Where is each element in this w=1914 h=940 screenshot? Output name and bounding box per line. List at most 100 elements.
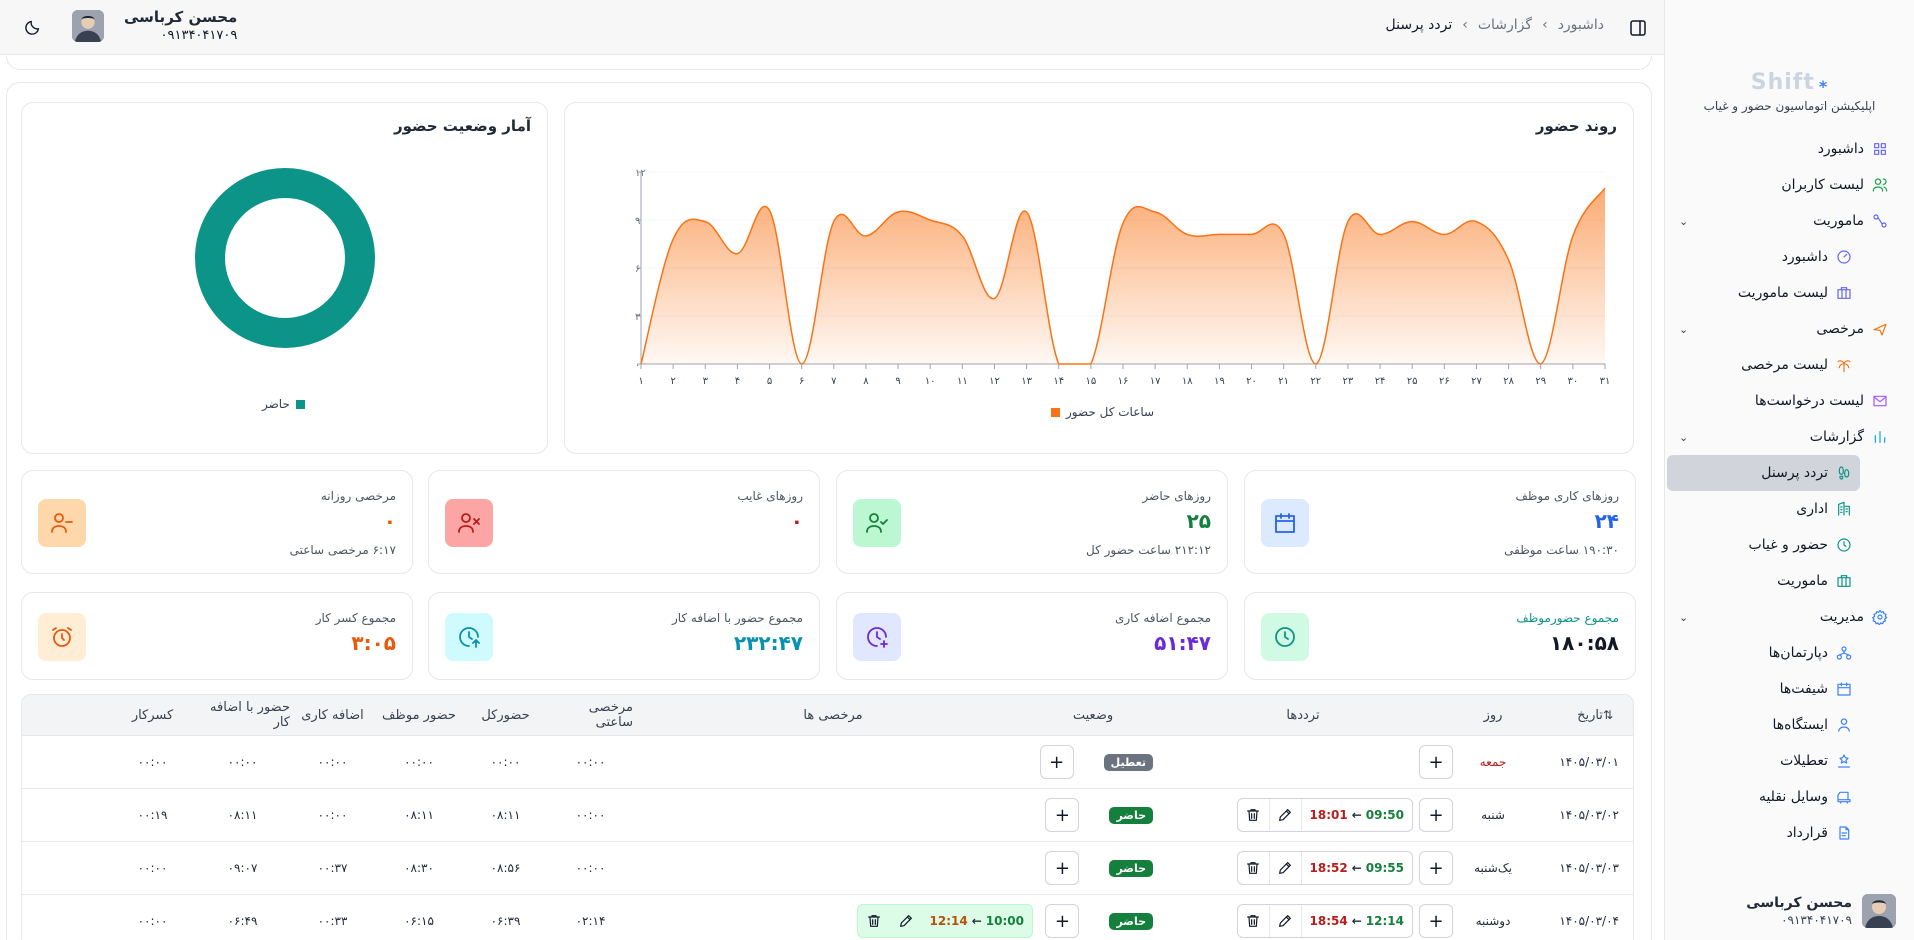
pencil-icon[interactable]	[1270, 852, 1302, 884]
entry-chip: 18:54 ← 12:14	[1236, 904, 1413, 938]
add-leave-button[interactable]: +	[1045, 904, 1080, 938]
building-icon	[1836, 501, 1852, 517]
sidebar-item-sub-5-1[interactable]: اداری	[1673, 491, 1858, 527]
sidebar-toggle-icon[interactable]	[1628, 18, 1648, 38]
x-tick-label: ۸	[863, 376, 869, 387]
add-entry-button[interactable]: +	[1419, 798, 1453, 832]
y-tick-label: ۰	[635, 360, 640, 371]
add-leave-button[interactable]: +	[1045, 851, 1080, 885]
chevron-left-icon: ›	[1462, 17, 1468, 33]
sidebar-item-4[interactable]: لیست درخواست‌ها	[1673, 383, 1894, 419]
chevron-left-icon: ›	[1542, 17, 1548, 33]
sidebar-user[interactable]: محسن کرباسی ۰۹۱۳۴۰۴۱۷۰۹	[1683, 894, 1896, 928]
pencil-icon[interactable]	[1270, 799, 1302, 831]
sort-icon[interactable]: ⇅	[1603, 708, 1613, 722]
trash-icon[interactable]	[1238, 852, 1270, 884]
breadcrumb-reports[interactable]: گزارشات	[1478, 17, 1532, 33]
pencil-icon[interactable]	[890, 905, 922, 937]
breadcrumb-dashboard[interactable]: داشبورد	[1558, 17, 1604, 33]
sidebar-item-label: داشبورد	[1781, 249, 1828, 265]
sidebar-item-sub-6-4[interactable]: وسایل نقلیه	[1673, 779, 1858, 815]
trash-icon[interactable]	[1238, 905, 1270, 937]
sidebar-item-sub-6-5[interactable]: قرارداد	[1673, 815, 1858, 851]
sidebar-item-sub-3-0[interactable]: لیست مرخصی	[1673, 347, 1858, 383]
cell-hourly-leave: ۰۰:۰۰	[575, 755, 606, 769]
sidebar-item-5[interactable]: گزارشات ⌄	[1673, 419, 1894, 455]
col-status: وضعیت	[1072, 707, 1114, 723]
cell-required: ۰۰:۰۰	[404, 755, 434, 769]
cell-with-overtime: ۰۹:۰۷	[227, 861, 258, 875]
x-tick-label: ۲۰	[1246, 376, 1257, 387]
entry-out-time: 18:54	[1309, 914, 1348, 928]
entry-chip: 18:52 ← 09:55	[1236, 851, 1413, 885]
sidebar-item-sub-5-3[interactable]: ماموریت	[1673, 563, 1858, 599]
sidebar-item-sub-6-2[interactable]: ایستگاه‌ها	[1673, 707, 1858, 743]
attendance-table: ⇅ تاریخ روز ترددها وضعیت مرخصی ها مرخصی س…	[21, 694, 1634, 940]
x-tick-label: ۱۳	[1021, 376, 1032, 387]
chevron-down-icon[interactable]: ⌄	[1679, 611, 1688, 624]
trash-icon[interactable]	[858, 905, 890, 937]
cell-hourly-leave: ۰۰:۰۰	[575, 808, 606, 822]
sidebar-item-0[interactable]: داشبورد	[1673, 131, 1894, 167]
sidebar-item-sub-2-0[interactable]: داشبورد	[1673, 239, 1858, 275]
col-date[interactable]: ⇅ تاریخ	[1533, 708, 1633, 723]
chevron-down-icon[interactable]: ⌄	[1679, 431, 1688, 444]
stat-value: ۵۱:۴۷	[1154, 631, 1211, 655]
cell-hourly-leave: ۰۰:۰۰	[575, 861, 606, 875]
sidebar-item-sub-6-1[interactable]: شیفت‌ها	[1673, 671, 1858, 707]
topbar: داشبورد › گزارشات › تردد پرسنل محسن کربا…	[0, 0, 1664, 55]
topbar-user[interactable]: محسن کرباسی ۰۹۱۳۴۰۴۱۷۰۹	[72, 8, 237, 43]
sidebar-user-name: محسن کرباسی	[1746, 895, 1852, 911]
stat-label: مجموع کسر کار	[315, 611, 396, 625]
sidebar-item-2[interactable]: ماموریت ⌄	[1673, 203, 1894, 239]
cell-day: شنبه	[1481, 808, 1505, 822]
cell-required: ۰۶:۱۵	[404, 914, 434, 928]
sidebar-item-sub-6-3[interactable]: تعطیلات	[1673, 743, 1858, 779]
sidebar-item-sub-2-1[interactable]: لیست ماموریت	[1673, 275, 1858, 311]
cell-total: ۰۸:۱۱	[490, 808, 521, 822]
col-leaves: مرخصی ها	[803, 707, 863, 723]
chevron-down-icon[interactable]: ⌄	[1679, 323, 1688, 336]
sidebar-item-sub-6-0[interactable]: دپارتمان‌ها	[1673, 635, 1858, 671]
add-entry-button[interactable]: +	[1419, 745, 1453, 779]
trash-icon[interactable]	[1238, 799, 1270, 831]
sidebar-item-sub-5-2[interactable]: حضور و غیاب	[1673, 527, 1858, 563]
cell-leaves: 12:14 ← 10:00	[633, 904, 1033, 938]
sidebar-item-6[interactable]: مدیریت ⌄	[1673, 599, 1894, 635]
donut-legend: حاضر	[262, 397, 305, 411]
add-leave-button[interactable]: +	[1045, 798, 1080, 832]
sidebar-item-sub-5-0[interactable]: تردد پرسنل	[1667, 455, 1860, 491]
chevron-down-icon[interactable]: ⌄	[1679, 215, 1688, 228]
plane-icon	[1872, 321, 1888, 337]
clock-icon	[1836, 537, 1852, 553]
sidebar-item-label: مدیریت	[1819, 609, 1864, 625]
table-row: ۱۴۰۵/۰۳/۰۱ جمعه + تعطیل +۰۰:۰۰ ۰۰:۰۰ ۰۰:۰۰ ۰۰:۰…	[22, 735, 1633, 788]
x-tick-label: ۱۹	[1214, 376, 1225, 387]
sidebar-item-label: ماموریت	[1777, 573, 1828, 589]
add-entry-button[interactable]: +	[1419, 851, 1453, 885]
stat-value: ۳:۰۵	[351, 631, 396, 655]
moon-icon[interactable]	[22, 18, 42, 38]
stat-sub: ۶:۱۷ مرخصی ساعتی	[289, 543, 396, 557]
sidebar-item-3[interactable]: مرخصی ⌄	[1673, 311, 1894, 347]
donut-slice[interactable]	[195, 168, 375, 348]
stat-sub: ۱۹۰:۳۰ ساعت موظفی	[1504, 543, 1619, 557]
add-entry-button[interactable]: +	[1419, 904, 1453, 938]
status-badge: حاضر	[1109, 806, 1153, 824]
sidebar-item-label: شیفت‌ها	[1779, 681, 1828, 697]
sidebar-submenu: داشبورد لیست ماموریت	[1673, 239, 1894, 311]
col-date-label: تاریخ	[1577, 707, 1603, 723]
gauge-icon	[1836, 249, 1852, 265]
pencil-icon[interactable]	[1270, 905, 1302, 937]
app: Shift ⁎ اپلیکیشن اتوماسیون حضور و غیاب دا…	[0, 0, 1914, 940]
cell-with-overtime: ۰۸:۱۱	[227, 808, 258, 822]
arrow-left-icon: ←	[1351, 914, 1362, 928]
x-tick-label: ۲۷	[1471, 376, 1482, 387]
x-tick-label: ۱۱	[957, 376, 968, 387]
add-leave-button[interactable]: +	[1039, 745, 1074, 779]
sidebar-item-1[interactable]: لیست کاربران	[1673, 167, 1894, 203]
stat-label: روزهای حاضر	[1142, 489, 1211, 503]
cell-deficit: ۰۰:۰۰	[137, 914, 168, 928]
sidebar-item-label: ایستگاه‌ها	[1772, 717, 1828, 733]
top-card-edge	[6, 56, 1652, 70]
